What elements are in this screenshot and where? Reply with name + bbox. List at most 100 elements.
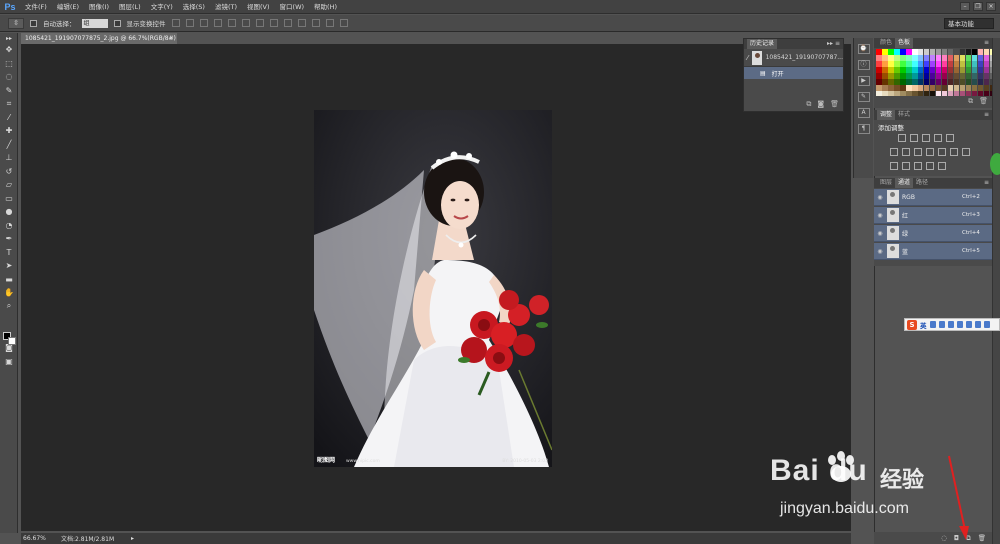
color-swatch[interactable] xyxy=(905,90,912,97)
delete-channel-icon[interactable]: 🗑 xyxy=(978,534,986,542)
color-swatch[interactable] xyxy=(905,66,912,73)
color-swatch[interactable] xyxy=(983,54,990,61)
color-swatch[interactable] xyxy=(977,72,984,79)
tab-styles[interactable]: 样式 xyxy=(895,110,913,120)
color-swatch[interactable] xyxy=(917,60,924,67)
type-icon[interactable]: T xyxy=(0,246,18,260)
zoom-level[interactable]: 66.67% xyxy=(21,535,61,542)
channel-row-red[interactable]: ◉ 红 Ctrl+3 xyxy=(874,207,992,224)
posterize-icon[interactable] xyxy=(902,162,910,170)
color-swatch[interactable] xyxy=(953,72,960,79)
color-swatch[interactable] xyxy=(911,49,918,55)
channel-mixer-icon[interactable] xyxy=(950,148,958,156)
menu-view[interactable]: 视图(V) xyxy=(242,0,275,14)
color-swatch[interactable] xyxy=(947,90,954,97)
color-swatch[interactable] xyxy=(953,49,960,55)
color-swatch[interactable] xyxy=(983,66,990,73)
pen-icon[interactable]: ✒ xyxy=(0,232,18,246)
color-swatch[interactable] xyxy=(971,54,978,61)
workspace-dropdown[interactable]: 基本功能 xyxy=(944,18,994,29)
ime-moon-icon[interactable] xyxy=(929,321,936,328)
color-swatch[interactable] xyxy=(953,54,960,61)
threshold-icon[interactable] xyxy=(914,162,922,170)
color-swatch[interactable] xyxy=(881,49,888,55)
color-swatch[interactable] xyxy=(929,84,936,91)
color-swatch[interactable] xyxy=(965,60,972,67)
color-swatch[interactable] xyxy=(947,78,954,85)
color-swatch[interactable] xyxy=(959,66,966,73)
color-swatch[interactable] xyxy=(881,90,888,97)
status-menu-icon[interactable]: ▸ xyxy=(131,535,134,542)
ime-skin-icon[interactable] xyxy=(974,321,981,328)
invert-icon[interactable] xyxy=(890,162,898,170)
color-swatch[interactable] xyxy=(953,78,960,85)
color-swatch[interactable] xyxy=(947,84,954,91)
menu-help[interactable]: 帮助(H) xyxy=(309,0,342,14)
panel-menu-icon[interactable]: ▸▸ ≡ xyxy=(827,39,840,49)
visibility-eye-icon[interactable]: ◉ xyxy=(876,230,884,237)
color-swatch[interactable] xyxy=(911,66,918,73)
color-swatch[interactable] xyxy=(911,90,918,97)
minimize-icon[interactable]: – xyxy=(960,2,970,11)
color-swatch[interactable] xyxy=(899,60,906,67)
new-swatch-icon[interactable]: ⧉ xyxy=(968,97,973,106)
path-select-icon[interactable]: ➤ xyxy=(0,259,18,273)
history-step-open[interactable]: ▤ 打开 xyxy=(744,67,843,79)
color-swatch[interactable] xyxy=(923,66,930,73)
color-swatch[interactable] xyxy=(965,66,972,73)
visibility-eye-icon[interactable]: ◉ xyxy=(876,194,884,201)
right-panel-scrollbar[interactable] xyxy=(992,38,1000,544)
ime-language-toggle[interactable]: 英 xyxy=(920,320,927,330)
tab-channels[interactable]: 通道 xyxy=(895,178,914,188)
eraser-icon[interactable]: ▱ xyxy=(0,178,18,192)
align-center-icon[interactable] xyxy=(227,19,236,27)
color-swatch[interactable] xyxy=(881,78,888,85)
color-swatch[interactable] xyxy=(923,72,930,79)
color-swatch[interactable] xyxy=(941,90,948,97)
color-swatch[interactable] xyxy=(959,72,966,79)
color-swatch[interactable] xyxy=(893,54,900,61)
color-swatch[interactable] xyxy=(893,90,900,97)
tab-paths[interactable]: 路径 xyxy=(913,178,931,188)
ime-user-icon[interactable] xyxy=(965,321,972,328)
hue-saturation-icon[interactable] xyxy=(902,148,910,156)
color-swatch[interactable] xyxy=(881,66,888,73)
menu-select[interactable]: 选择(S) xyxy=(178,0,210,14)
history-dock-icon[interactable]: ⌚ xyxy=(857,44,870,54)
distribute-left-icon[interactable] xyxy=(297,19,306,27)
color-swatch[interactable] xyxy=(887,90,894,97)
align-bottom-icon[interactable] xyxy=(199,19,208,27)
color-swatch[interactable] xyxy=(941,78,948,85)
eyedropper-icon[interactable]: ⁄ xyxy=(0,111,18,125)
color-swatch[interactable] xyxy=(959,60,966,67)
color-swatch[interactable] xyxy=(971,84,978,91)
adjustments-menu-icon[interactable]: ≡ xyxy=(984,110,989,120)
color-swatch[interactable] xyxy=(965,78,972,85)
color-swatch[interactable] xyxy=(917,90,924,97)
color-swatch[interactable] xyxy=(977,60,984,67)
menu-file[interactable]: 文件(F) xyxy=(20,0,52,14)
color-swatch[interactable] xyxy=(899,49,906,55)
color-swatch[interactable] xyxy=(935,84,942,91)
auto-select-checkbox[interactable] xyxy=(30,19,37,27)
align-middle-icon[interactable] xyxy=(185,19,194,27)
visibility-eye-icon[interactable]: ◉ xyxy=(876,248,884,255)
color-swatch[interactable] xyxy=(923,84,930,91)
show-transform-checkbox[interactable] xyxy=(113,19,121,27)
move-icon[interactable]: ✥ xyxy=(0,43,18,57)
color-swatch[interactable] xyxy=(971,90,978,97)
color-swatch[interactable] xyxy=(971,66,978,73)
color-swatch[interactable] xyxy=(876,78,882,85)
new-document-from-state-icon[interactable]: ⧉ xyxy=(806,100,811,109)
ime-punct-icon[interactable] xyxy=(938,321,945,328)
actions-dock-icon[interactable]: ▶ xyxy=(857,76,870,86)
photo-filter-icon[interactable] xyxy=(938,148,946,156)
blur-icon[interactable]: ● xyxy=(0,205,18,219)
zoom-icon[interactable]: ⌕ xyxy=(0,300,18,314)
selective-color-icon[interactable] xyxy=(938,162,946,170)
auto-align-icon[interactable] xyxy=(339,19,348,27)
channel-row-rgb[interactable]: ◉ RGB Ctrl+2 xyxy=(874,189,992,206)
color-swatch[interactable] xyxy=(899,78,906,85)
close-icon[interactable]: × xyxy=(986,2,996,11)
color-swatch[interactable] xyxy=(983,72,990,79)
